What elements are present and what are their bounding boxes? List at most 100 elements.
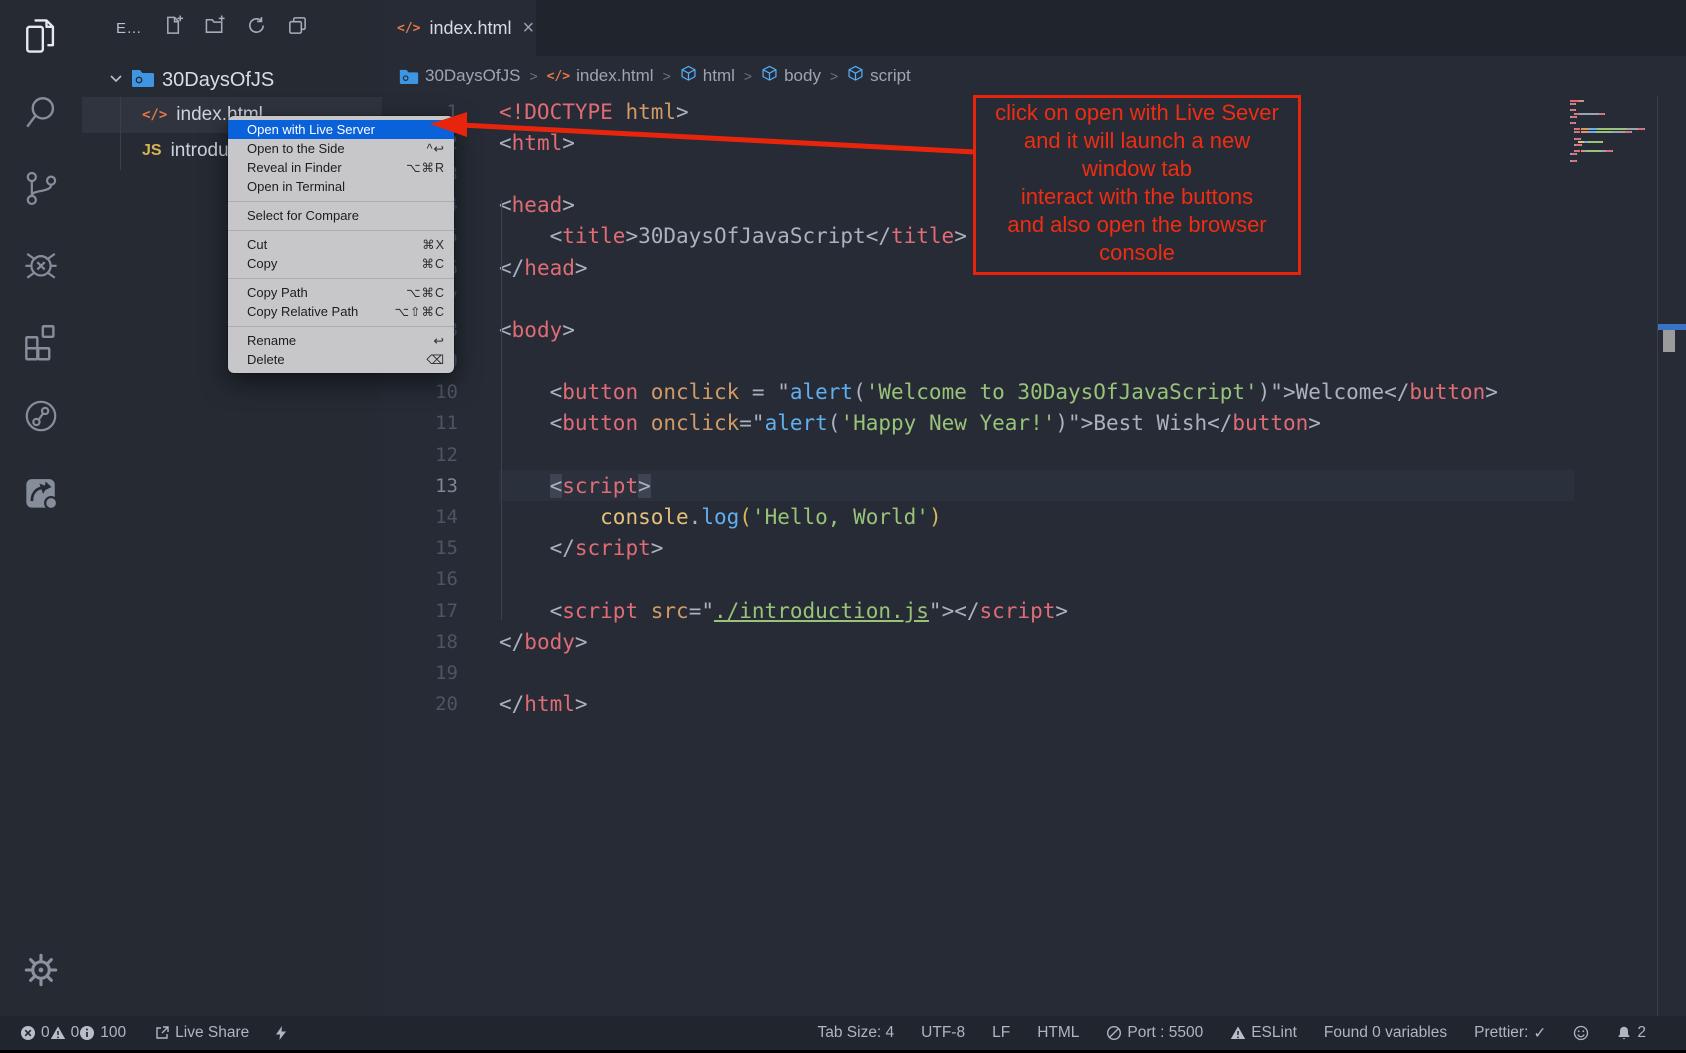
menu-item-open-in-terminal[interactable]: Open in Terminal	[228, 177, 454, 196]
breadcrumb: 30DaysOfJS > </> index.html > html > bod…	[382, 56, 1686, 96]
menu-item-rename[interactable]: Rename↩	[228, 331, 454, 350]
code-line-8[interactable]: 8<body>	[382, 314, 1686, 345]
menu-item-cut[interactable]: Cut⌘X	[228, 235, 454, 254]
share-icon	[154, 1025, 170, 1041]
line-content	[499, 439, 1574, 470]
lightning-icon[interactable]	[273, 1025, 289, 1041]
line-number: 15	[382, 533, 458, 564]
js-file-icon: JS	[142, 142, 162, 160]
menu-item-copy[interactable]: Copy⌘C	[228, 254, 454, 273]
scrollbar-border	[1657, 96, 1658, 1016]
code-line-9[interactable]: 9	[382, 346, 1686, 377]
language-indicator[interactable]: HTML	[1037, 1024, 1079, 1042]
info-icon	[79, 1025, 95, 1041]
code-line-14[interactable]: 14 console.log('Hello, World')	[382, 501, 1686, 532]
tab-strip: </> index.html ×	[382, 0, 1686, 56]
new-folder-icon[interactable]	[205, 15, 226, 41]
line-content: </html>	[499, 689, 1574, 720]
live-share-icon[interactable]	[19, 394, 63, 438]
settings-gear-icon[interactable]	[19, 948, 63, 992]
notifications-bell[interactable]: 2	[1616, 1024, 1646, 1042]
symbol-cube-icon	[761, 65, 778, 87]
share-feedback-icon[interactable]	[19, 470, 63, 514]
scrollbar-thumb[interactable]	[1663, 330, 1675, 352]
indent-guide	[501, 200, 502, 620]
warning-icon	[1230, 1025, 1246, 1041]
tab-index-html[interactable]: </> index.html ×	[382, 0, 536, 56]
tree-item-project[interactable]: 30DaysOfJS	[82, 64, 382, 97]
activity-bar	[0, 0, 82, 1016]
minimap[interactable]	[1570, 100, 1656, 163]
encoding-indicator[interactable]: UTF-8	[921, 1024, 965, 1042]
chevron-right-icon: >	[743, 68, 753, 84]
line-content: <script>	[499, 470, 1574, 501]
breadcrumb-file[interactable]: </> index.html	[547, 66, 654, 86]
new-file-icon[interactable]	[164, 15, 185, 41]
menu-item-delete[interactable]: Delete⌫	[228, 350, 454, 369]
prettier-indicator[interactable]: Prettier: ✓	[1474, 1024, 1546, 1043]
bell-icon	[1616, 1025, 1632, 1041]
refresh-icon[interactable]	[246, 15, 267, 41]
code-line-12[interactable]: 12	[382, 439, 1686, 470]
menu-separator	[228, 326, 454, 327]
problems-warnings[interactable]: 0	[50, 1024, 80, 1042]
line-content: <script src="./introduction.js"></script…	[499, 595, 1574, 626]
warning-icon	[50, 1025, 66, 1041]
eol-indicator[interactable]: LF	[992, 1024, 1010, 1042]
code-line-16[interactable]: 16	[382, 564, 1686, 595]
line-content: console.log('Hello, World')	[499, 501, 1574, 532]
close-icon[interactable]: ×	[523, 17, 535, 40]
code-line-18[interactable]: 18</body>	[382, 626, 1686, 657]
breadcrumb-script[interactable]: script	[847, 65, 911, 87]
feedback-smiley[interactable]	[1573, 1025, 1589, 1041]
run-debug-icon[interactable]	[19, 242, 63, 286]
menu-shortcut: ↩	[434, 333, 445, 348]
code-line-13[interactable]: 13 <script>	[382, 470, 1686, 501]
menu-shortcut: ⌥⇧⌘C	[395, 304, 445, 319]
line-content: <button onclick="alert('Happy New Year!'…	[499, 408, 1574, 439]
menu-shortcut: ⌥⌘C	[406, 285, 445, 300]
annotation-box: click on open with Live Sever and it wil…	[973, 95, 1301, 275]
code-line-10[interactable]: 10 <button onclick = "alert('Welcome to …	[382, 377, 1686, 408]
status-bar: 0 0 100 Live Share Tab Size: 4 UTF-8 LF …	[0, 1016, 1686, 1050]
problems-errors[interactable]: 0	[20, 1024, 50, 1042]
chevron-down-icon	[108, 69, 124, 92]
line-number: 16	[382, 564, 458, 595]
menu-shortcut: ⌘X	[422, 237, 445, 252]
code-line-20[interactable]: 20 </html>	[382, 689, 1686, 720]
chevron-right-icon: >	[829, 68, 839, 84]
menu-separator	[228, 201, 454, 202]
explorer-actions	[164, 15, 308, 41]
menu-item-select-for-compare[interactable]: Select for Compare	[228, 206, 454, 225]
live-share-button[interactable]: Live Share	[154, 1024, 249, 1042]
menu-item-copy-relative-path[interactable]: Copy Relative Path⌥⇧⌘C	[228, 302, 454, 321]
info-count[interactable]: 100	[79, 1024, 126, 1042]
chevron-right-icon: >	[528, 68, 538, 84]
menu-shortcut: ⌘C	[421, 256, 445, 271]
breadcrumb-body[interactable]: body	[761, 65, 821, 87]
breadcrumb-html[interactable]: html	[680, 65, 735, 87]
extensions-icon[interactable]	[19, 318, 63, 362]
code-line-7[interactable]: 7	[382, 283, 1686, 314]
collapse-all-icon[interactable]	[287, 15, 308, 41]
code-line-11[interactable]: 11 <button onclick="alert('Happy New Yea…	[382, 408, 1686, 439]
code-line-19[interactable]: 19	[382, 657, 1686, 688]
line-number: 14	[382, 501, 458, 532]
eslint-indicator[interactable]: ESLint	[1230, 1024, 1297, 1042]
source-control-icon[interactable]	[19, 166, 63, 210]
code-line-15[interactable]: 15 </script>	[382, 533, 1686, 564]
annotation-arrow	[415, 105, 985, 175]
line-number: 20	[382, 689, 458, 720]
tab-size-indicator[interactable]: Tab Size: 4	[817, 1024, 894, 1042]
search-icon[interactable]	[19, 90, 63, 134]
port-indicator[interactable]: Port : 5500	[1106, 1024, 1203, 1042]
explorer-icon[interactable]	[19, 14, 63, 58]
code-line-17[interactable]: 17 <script src="./introduction.js"></scr…	[382, 595, 1686, 626]
breadcrumb-project[interactable]: 30DaysOfJS	[399, 66, 520, 86]
menu-item-copy-path[interactable]: Copy Path⌥⌘C	[228, 283, 454, 302]
line-number: 13	[382, 470, 458, 501]
variables-indicator[interactable]: Found 0 variables	[1324, 1024, 1447, 1042]
symbol-cube-icon	[847, 65, 864, 87]
error-icon	[20, 1025, 36, 1041]
line-content: </body>	[499, 626, 1574, 657]
